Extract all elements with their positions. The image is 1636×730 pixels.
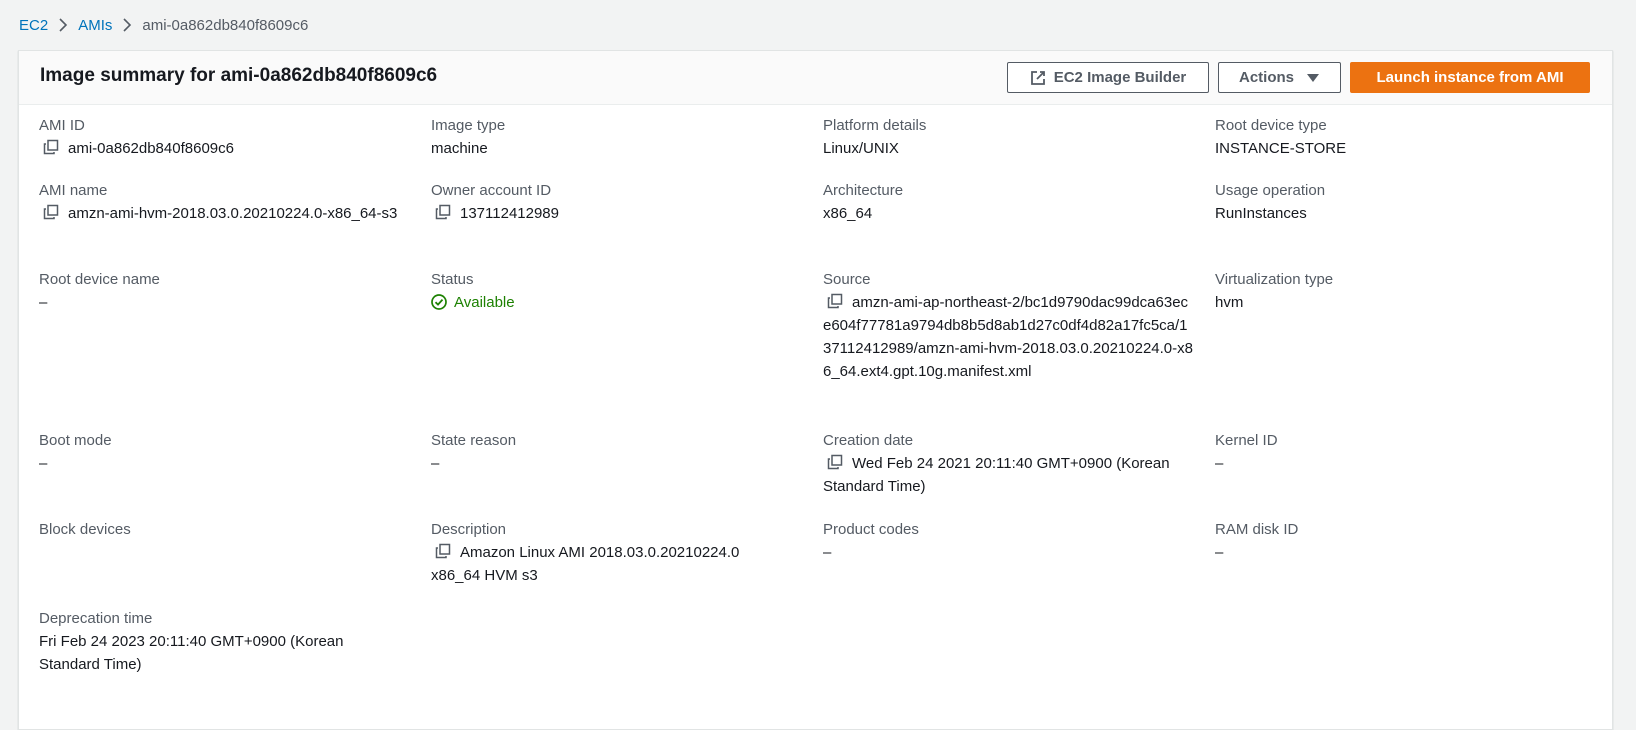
field-product-codes: Product codes –	[823, 518, 1183, 564]
field-label: Usage operation	[1215, 182, 1326, 199]
field-label: Block devices	[39, 521, 131, 538]
header-actions: EC2 Image Builder Actions Launch instanc…	[1007, 62, 1590, 93]
field-label: Kernel ID	[1215, 432, 1278, 449]
page-title: Image summary for ami-0a862db840f8609c6	[40, 65, 438, 86]
field-block-devices: Block devices	[39, 518, 399, 541]
copy-icon[interactable]	[435, 543, 451, 559]
chevron-right-icon	[48, 18, 78, 32]
panel-header: Image summary for ami-0a862db840f8609c6 …	[19, 51, 1612, 105]
field-label: Root device name	[39, 271, 160, 288]
field-deprecation-time: Deprecation time Fri Feb 24 2023 20:11:4…	[39, 607, 369, 676]
actions-label: Actions	[1239, 69, 1295, 86]
field-label: Deprecation time	[39, 610, 153, 627]
copy-icon[interactable]	[827, 454, 843, 470]
field-status: Status Available	[431, 268, 791, 314]
field-label: Platform details	[823, 117, 927, 134]
actions-dropdown-button[interactable]: Actions	[1218, 62, 1341, 93]
field-root-device-type: Root device type INSTANCE-STORE	[1215, 114, 1575, 160]
field-boot-mode: Boot mode –	[39, 429, 399, 475]
image-summary-panel: Image summary for ami-0a862db840f8609c6 …	[18, 50, 1613, 730]
ram-disk-id-value: –	[1215, 544, 1224, 561]
field-label: Architecture	[823, 182, 904, 199]
field-label: Description	[431, 521, 507, 538]
state-reason-value: –	[431, 455, 440, 472]
field-ami-id: AMI ID ami-0a862db840f8609c6	[39, 114, 399, 160]
field-image-type: Image type machine	[431, 114, 791, 160]
owner-account-id-value: 137112412989	[460, 205, 559, 222]
copy-icon[interactable]	[43, 204, 59, 220]
breadcrumb: EC2 AMIs ami-0a862db840f8609c6	[19, 15, 308, 35]
caret-down-icon	[1307, 73, 1320, 82]
launch-instance-button[interactable]: Launch instance from AMI	[1350, 62, 1590, 93]
field-label: AMI name	[39, 182, 108, 199]
platform-details-value: Linux/UNIX	[823, 140, 899, 157]
field-label: State reason	[431, 432, 517, 449]
description-value: Amazon Linux AMI 2018.03.0.20210224.0 x8…	[431, 544, 740, 584]
field-description: Description Amazon Linux AMI 2018.03.0.2…	[431, 518, 766, 587]
ami-name-value: amzn-ami-hvm-2018.03.0.20210224.0-x86_64…	[68, 205, 398, 222]
copy-icon[interactable]	[43, 139, 59, 155]
field-state-reason: State reason –	[431, 429, 791, 475]
boot-mode-value: –	[39, 455, 48, 472]
field-creation-date: Creation date Wed Feb 24 2021 20:11:40 G…	[823, 429, 1188, 498]
root-device-type-value: INSTANCE-STORE	[1215, 140, 1347, 157]
field-kernel-id: Kernel ID –	[1215, 429, 1575, 475]
external-link-icon	[1030, 70, 1045, 85]
field-usage-operation: Usage operation RunInstances	[1215, 179, 1575, 225]
creation-date-value: Wed Feb 24 2021 20:11:40 GMT+0900 (Korea…	[823, 455, 1170, 495]
ami-id-value: ami-0a862db840f8609c6	[68, 140, 234, 157]
field-label: Creation date	[823, 432, 914, 449]
copy-icon[interactable]	[435, 204, 451, 220]
field-owner-account-id: Owner account ID 137112412989	[431, 179, 791, 225]
field-label: Product codes	[823, 521, 919, 538]
field-label: Image type	[431, 117, 506, 134]
field-root-device-name: Root device name –	[39, 268, 399, 314]
field-label: Status	[431, 271, 474, 288]
product-codes-value: –	[823, 544, 832, 561]
kernel-id-value: –	[1215, 455, 1224, 472]
check-circle-icon	[431, 294, 447, 310]
field-label: Source	[823, 271, 871, 288]
chevron-right-icon	[112, 18, 142, 32]
field-platform-details: Platform details Linux/UNIX	[823, 114, 1183, 160]
image-type-value: machine	[431, 140, 488, 157]
source-value: amzn-ami-ap-northeast-2/bc1d9790dac99dca…	[823, 294, 1193, 380]
field-ami-name: AMI name amzn-ami-hvm-2018.03.0.20210224…	[39, 179, 404, 225]
field-label: Boot mode	[39, 432, 112, 449]
breadcrumb-current: ami-0a862db840f8609c6	[142, 16, 309, 34]
status-badge: Available	[454, 294, 515, 311]
root-device-name-value: –	[39, 294, 48, 311]
field-label: Owner account ID	[431, 182, 552, 199]
ec2-image-builder-label: EC2 Image Builder	[1053, 69, 1187, 86]
usage-operation-value: RunInstances	[1215, 205, 1307, 222]
field-label: Virtualization type	[1215, 271, 1334, 288]
copy-icon[interactable]	[827, 293, 843, 309]
field-source: Source amzn-ami-ap-northeast-2/bc1d9790d…	[823, 268, 1193, 383]
field-architecture: Architecture x86_64	[823, 179, 1183, 225]
field-label: Root device type	[1215, 117, 1327, 134]
field-ram-disk-id: RAM disk ID –	[1215, 518, 1575, 564]
deprecation-time-value: Fri Feb 24 2023 20:11:40 GMT+0900 (Korea…	[39, 633, 344, 673]
ec2-image-builder-button[interactable]: EC2 Image Builder	[1007, 62, 1209, 93]
launch-instance-label: Launch instance from AMI	[1376, 69, 1564, 86]
virtualization-type-value: hvm	[1215, 294, 1244, 311]
breadcrumb-ec2-link[interactable]: EC2	[19, 17, 48, 34]
breadcrumb-amis-link[interactable]: AMIs	[78, 17, 112, 34]
architecture-value: x86_64	[823, 205, 873, 222]
field-virtualization-type: Virtualization type hvm	[1215, 268, 1575, 314]
field-label: AMI ID	[39, 117, 85, 134]
field-label: RAM disk ID	[1215, 521, 1299, 538]
